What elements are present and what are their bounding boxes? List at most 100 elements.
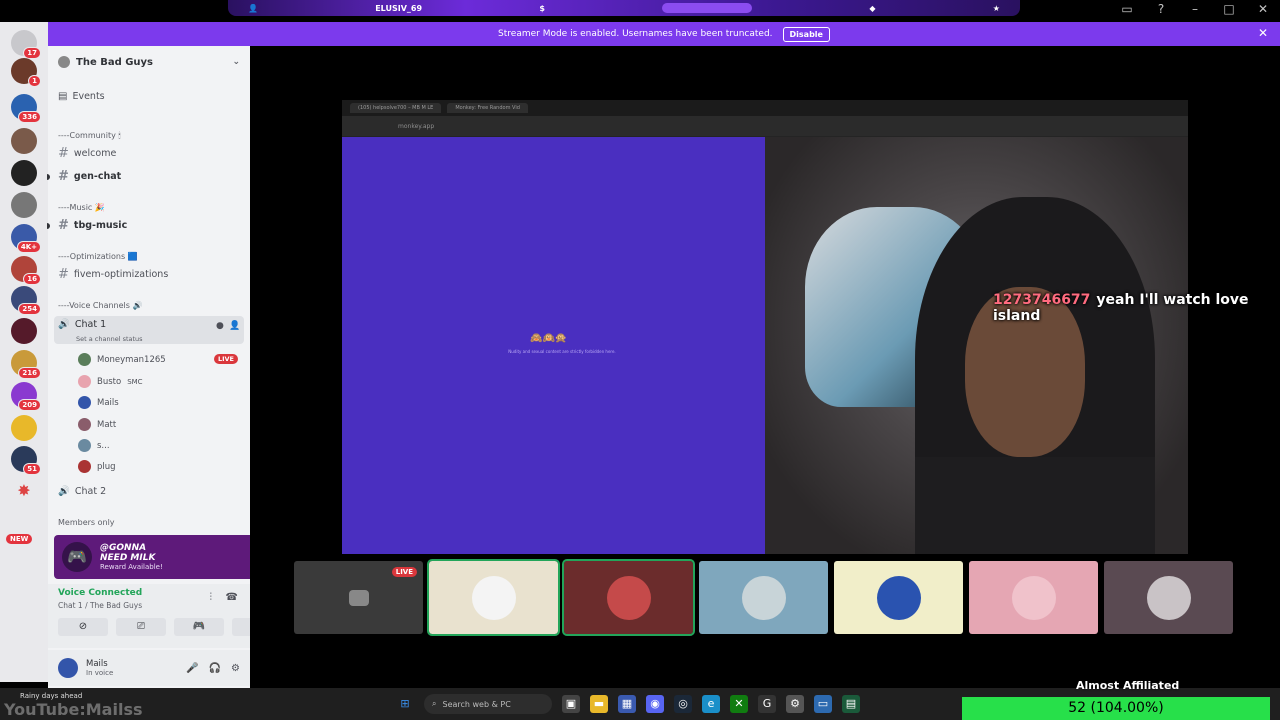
participant-tile[interactable] xyxy=(427,559,560,636)
channel-tbg-music[interactable]: # tbg-music xyxy=(58,218,127,233)
avatar xyxy=(78,439,91,452)
shared-screen[interactable]: (105) helpsolve700 – MB M LE Monkey: Fre… xyxy=(342,100,1188,554)
channel-welcome[interactable]: # welcome xyxy=(58,146,116,161)
category-community[interactable]: ----Community 🕯 xyxy=(58,131,121,141)
server-icon[interactable] xyxy=(11,160,37,186)
server-icon[interactable]: 51 xyxy=(11,446,41,475)
person-shirt xyxy=(915,457,1155,554)
channel-fivem-optimizations[interactable]: # fivem-optimizations xyxy=(58,267,168,282)
app-icon[interactable]: G xyxy=(758,695,776,713)
server-icon[interactable]: 336 xyxy=(11,94,41,123)
badge: 336 xyxy=(18,111,41,123)
starburst-server-icon[interactable]: ✸ xyxy=(11,478,37,504)
edge-icon[interactable]: e xyxy=(702,695,720,713)
voice-user[interactable]: s... xyxy=(78,439,110,452)
avatar[interactable] xyxy=(58,658,78,678)
server-icon[interactable]: 209 xyxy=(11,382,41,411)
participant-tile[interactable]: LIVE xyxy=(294,561,423,634)
category-members-only[interactable]: Members only xyxy=(58,518,115,527)
settings-icon[interactable]: ⚙ xyxy=(786,695,804,713)
category-optimizations[interactable]: ----Optimizations 🟦 xyxy=(58,252,138,261)
live-badge: LIVE xyxy=(213,354,238,364)
microphone-icon[interactable]: 🎤 xyxy=(186,663,198,674)
disable-button[interactable]: Disable xyxy=(782,26,830,42)
chat-bubble-icon[interactable]: ● xyxy=(216,321,224,331)
browser-tabs: (105) helpsolve700 – MB M LE Monkey: Fre… xyxy=(342,100,1188,116)
server-icon[interactable]: 16 xyxy=(11,256,41,285)
avatar xyxy=(78,375,91,388)
maximize-button[interactable]: □ xyxy=(1222,2,1236,16)
monkey-emoji: 🙈🙉🙊 xyxy=(530,333,568,344)
xbox-icon[interactable]: ✕ xyxy=(730,695,748,713)
voice-connected-label[interactable]: Voice Connected xyxy=(58,588,142,598)
voice-channel-chat-2[interactable]: 🔊 Chat 2 xyxy=(58,486,106,497)
guild-header[interactable]: The Bad Guys ⌄ xyxy=(48,46,250,78)
voice-action-buttons: ⊘ ⎚ 🎮 ✺ xyxy=(58,618,282,636)
server-icon[interactable] xyxy=(11,415,37,441)
headphones-icon[interactable]: 🎧 xyxy=(209,663,221,674)
gear-icon[interactable]: ⚙ xyxy=(231,663,240,674)
window-controls: ▭ ? – □ ✕ xyxy=(1120,2,1270,16)
noise-suppression-icon[interactable]: ⫶ xyxy=(210,592,213,603)
windows-start-icon[interactable]: ⊞ xyxy=(396,695,414,713)
voice-channel-chat-1[interactable]: 🔊 Chat 1 xyxy=(58,319,106,330)
category-music[interactable]: ----Music 🎉 xyxy=(58,203,105,212)
voice-user-name: plug xyxy=(97,461,116,472)
channel-label: Chat 2 xyxy=(74,486,107,497)
participant-tile[interactable] xyxy=(969,561,1098,634)
inbox-icon[interactable]: ▭ xyxy=(1120,2,1134,16)
minimize-button[interactable]: – xyxy=(1188,2,1202,16)
chat-username: 1273746677 xyxy=(993,292,1091,308)
badge: 1 xyxy=(28,75,41,87)
close-button[interactable]: ✕ xyxy=(1256,2,1270,16)
server-icon[interactable]: 254 xyxy=(11,286,41,315)
participant-tile[interactable] xyxy=(1104,561,1233,634)
steam-icon[interactable]: ◎ xyxy=(674,695,692,713)
hash-icon: # xyxy=(58,146,69,161)
app-icon[interactable]: ▤ xyxy=(842,695,860,713)
task-view-icon[interactable]: ▣ xyxy=(562,695,580,713)
server-icon[interactable] xyxy=(11,318,37,344)
participant-tile[interactable] xyxy=(834,561,963,634)
channel-gen-chat[interactable]: # gen-chat xyxy=(58,169,121,184)
channel-status[interactable]: Set a channel status xyxy=(76,335,143,343)
weather-widget[interactable]: Rainy days ahead xyxy=(20,692,82,700)
voice-user-name: s... xyxy=(97,440,110,451)
channel-label: fivem-optimizations xyxy=(73,269,169,280)
server-icon[interactable]: 4K+ xyxy=(11,224,41,253)
events-item[interactable]: ▤ Events xyxy=(58,91,105,102)
server-icon[interactable]: 216 xyxy=(11,350,41,379)
direct-messages-icon[interactable]: 17 xyxy=(11,30,41,59)
server-icon[interactable] xyxy=(11,128,37,154)
server-icon[interactable] xyxy=(11,192,37,218)
voice-user[interactable]: Moneyman1265 xyxy=(78,353,166,366)
app-icon[interactable]: ▭ xyxy=(814,695,832,713)
screen-share-button[interactable]: ⎚ xyxy=(116,618,166,636)
unread-indicator xyxy=(47,223,50,229)
store-icon[interactable]: ▦ xyxy=(618,695,636,713)
voice-user[interactable]: Matt xyxy=(78,418,116,431)
category-voice-channels[interactable]: ----Voice Channels 🔊 xyxy=(58,301,142,310)
disconnect-icon[interactable]: ☎ xyxy=(226,592,238,603)
camera-off-button[interactable]: ⊘ xyxy=(58,618,108,636)
discord-icon[interactable]: ◉ xyxy=(646,695,664,713)
activity-button[interactable]: 🎮 xyxy=(174,618,224,636)
overlay-username: ELUSIV_69 xyxy=(375,3,423,13)
voice-channel-path[interactable]: Chat 1 / The Bad Guys xyxy=(58,601,142,610)
avatar xyxy=(471,575,516,620)
file-explorer-icon[interactable]: ▬ xyxy=(590,695,608,713)
voice-user[interactable]: Busto SMC xyxy=(78,375,143,388)
events-label: Events xyxy=(72,91,105,102)
participant-tile[interactable] xyxy=(699,561,828,634)
server-icon[interactable]: 1 xyxy=(11,58,41,87)
help-icon[interactable]: ? xyxy=(1154,2,1168,16)
new-badge: NEW xyxy=(6,534,33,544)
voice-user[interactable]: Mails xyxy=(78,396,119,409)
chevron-down-icon[interactable]: ⌄ xyxy=(232,57,240,67)
voice-user[interactable]: plug xyxy=(78,460,116,473)
add-member-icon[interactable]: 👤 xyxy=(229,321,240,331)
participant-tile[interactable] xyxy=(562,559,695,636)
search-box[interactable]: ⌕ Search web & PC xyxy=(424,694,552,714)
youtube-watermark: YouTube:Mailss xyxy=(4,700,143,719)
close-icon[interactable]: ✕ xyxy=(1258,26,1268,40)
